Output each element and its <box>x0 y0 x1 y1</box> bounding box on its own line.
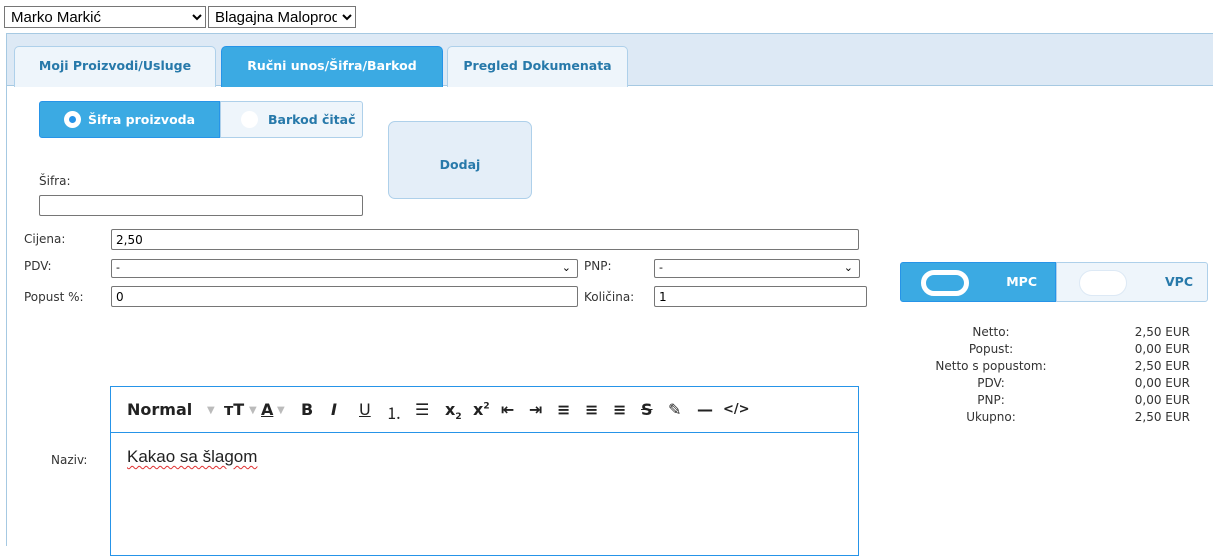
subscript-icon[interactable]: x2 <box>445 400 462 422</box>
tab-bar: Moji Proizvodi/Usluge Ručni unos/Šifra/B… <box>7 34 1213 88</box>
kolicina-label: Količina: <box>584 290 635 304</box>
ordered-list-icon[interactable]: ⒈ <box>386 400 402 424</box>
cijena-label: Cijena: <box>24 232 66 246</box>
toggle-off-icon <box>1079 270 1127 296</box>
pdv-label: PDV: <box>24 259 52 273</box>
editor-content[interactable]: Kakao sa šlagom <box>127 447 257 467</box>
radio-sifra-label: Šifra proizvoda <box>88 112 196 127</box>
font-size-dropdown-icon[interactable]: ▼ <box>249 405 257 416</box>
summary-label: Netto s popustom: <box>935 359 1047 373</box>
outdent-icon[interactable]: ⇤ <box>501 400 514 419</box>
radio-barkod-label: Barkod čitač <box>268 112 356 127</box>
toggle-on-icon <box>921 270 969 296</box>
vpc-label: VPC <box>1164 274 1193 289</box>
summary-row: PNP: 0,00 EUR <box>900 393 1200 410</box>
summary-label: Ukupno: <box>966 410 1016 424</box>
sifra-input[interactable] <box>39 195 363 216</box>
summary-label: Netto: <box>972 325 1010 339</box>
summary-value: 2,50 EUR <box>1134 410 1190 424</box>
popust-input[interactable] <box>111 286 578 307</box>
naziv-editor: Normal ▼ ᴛT ▼ A ▼ B I U ⒈ ☰ x2 x2 ⇤ ⇥ ≡ … <box>110 386 859 556</box>
horizontal-rule-icon[interactable]: — <box>697 400 713 419</box>
indent-icon[interactable]: ⇥ <box>529 400 542 419</box>
top-bar: Marko Markić Blagajna Maloprodaja <box>0 0 1213 32</box>
summary-value: 2,50 EUR <box>1134 325 1190 339</box>
summary-row: Netto: 2,50 EUR <box>900 325 1200 342</box>
mpc-label: MPC <box>1006 274 1037 289</box>
main-panel: Moji Proizvodi/Usluge Ručni unos/Šifra/B… <box>6 33 1213 556</box>
chevron-down-icon: ⌄ <box>843 261 853 274</box>
format-dropdown-icon[interactable]: ▼ <box>207 405 215 416</box>
align-left-icon[interactable]: ≡ <box>557 400 570 419</box>
summary-label: PNP: <box>977 393 1005 407</box>
font-size-icon[interactable]: ᴛT <box>224 400 244 419</box>
format-select[interactable]: Normal <box>127 400 192 419</box>
tab-panel: Šifra proizvoda Barkod čitač Dodaj Šifra… <box>7 87 1213 556</box>
pnp-select[interactable]: - ⌄ <box>654 259 860 278</box>
tab-rucni-unos[interactable]: Ručni unos/Šifra/Barkod <box>221 46 443 88</box>
pdv-select[interactable]: - ⌄ <box>111 259 578 278</box>
align-center-icon[interactable]: ≡ <box>585 400 598 419</box>
popust-label: Popust %: <box>24 290 84 304</box>
strikethrough-icon[interactable]: S <box>641 400 653 419</box>
totals-summary: Netto: 2,50 EUR Popust: 0,00 EUR Netto s… <box>900 325 1200 427</box>
tab-pregled-dokumenata[interactable]: Pregled Dokumenata <box>447 46 628 87</box>
cijena-input[interactable] <box>111 229 859 250</box>
price-mode-toggle: MPC VPC <box>900 262 1208 302</box>
source-code-icon[interactable]: </> <box>723 402 750 417</box>
clear-format-icon[interactable]: ✎ <box>668 400 681 419</box>
summary-value: 0,00 EUR <box>1134 376 1190 390</box>
pnp-label: PNP: <box>584 259 612 273</box>
editor-toolbar: Normal ▼ ᴛT ▼ A ▼ B I U ⒈ ☰ x2 x2 ⇤ ⇥ ≡ … <box>111 387 858 433</box>
summary-label: PDV: <box>977 376 1005 390</box>
align-right-icon[interactable]: ≡ <box>613 400 626 419</box>
radio-unchecked-icon <box>241 111 258 128</box>
font-color-icon[interactable]: A <box>261 400 273 419</box>
vpc-toggle[interactable]: VPC <box>1056 262 1208 302</box>
superscript-icon[interactable]: x2 <box>473 400 490 419</box>
summary-row: Netto s popustom: 2,50 EUR <box>900 359 1200 376</box>
chevron-down-icon: ⌄ <box>561 261 571 274</box>
sifra-label: Šifra: <box>39 174 71 188</box>
summary-value: 0,00 EUR <box>1134 342 1190 356</box>
user-select[interactable]: Marko Markić <box>4 6 206 28</box>
bullet-list-icon[interactable]: ☰ <box>415 400 429 419</box>
summary-label: Popust: <box>968 342 1014 356</box>
radio-checked-icon <box>64 111 81 128</box>
pnp-select-value: - <box>659 261 663 274</box>
radio-barkod-citac[interactable]: Barkod čitač <box>220 101 363 138</box>
mpc-toggle[interactable]: MPC <box>900 262 1056 302</box>
summary-value: 0,00 EUR <box>1134 393 1190 407</box>
summary-row: PDV: 0,00 EUR <box>900 376 1200 393</box>
italic-icon[interactable]: I <box>331 400 337 419</box>
kolicina-input[interactable] <box>654 286 867 307</box>
pdv-select-value: - <box>116 261 120 274</box>
summary-row: Ukupno: 2,50 EUR <box>900 410 1200 427</box>
underline-icon[interactable]: U <box>359 400 371 419</box>
tab-moji-proizvodi[interactable]: Moji Proizvodi/Usluge <box>14 46 216 87</box>
register-select[interactable]: Blagajna Maloprodaja <box>208 6 356 28</box>
summary-row: Popust: 0,00 EUR <box>900 342 1200 359</box>
naziv-label: Naziv: <box>51 453 88 467</box>
dodaj-button[interactable]: Dodaj <box>388 121 532 199</box>
radio-sifra-proizvoda[interactable]: Šifra proizvoda <box>39 101 220 138</box>
font-color-dropdown-icon[interactable]: ▼ <box>277 405 285 416</box>
bold-icon[interactable]: B <box>301 400 313 419</box>
summary-value: 2,50 EUR <box>1134 359 1190 373</box>
